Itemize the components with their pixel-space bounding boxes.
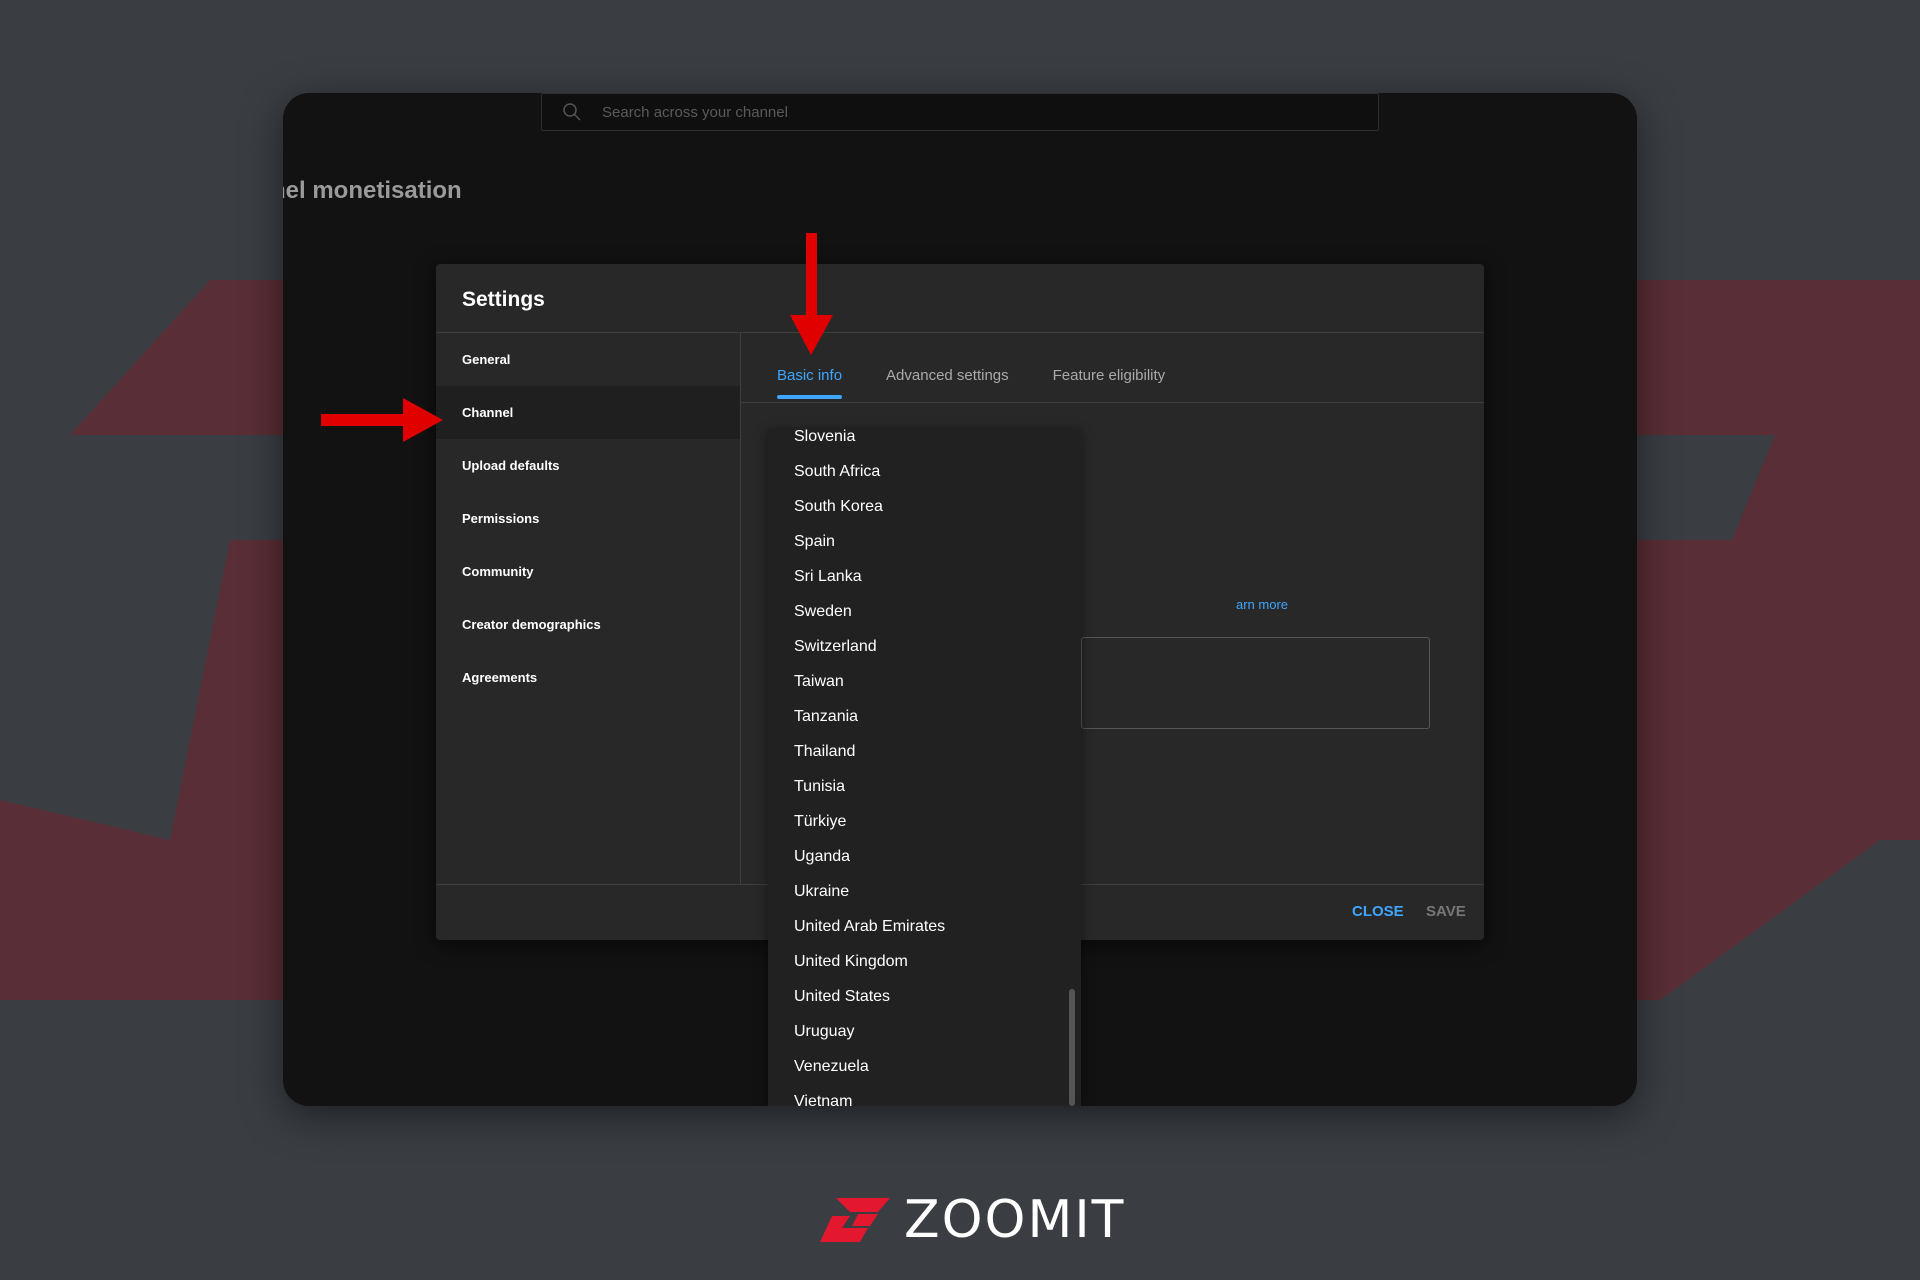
zoomit-logo-icon: [820, 1198, 890, 1242]
zoomit-wordmark: ZOOMIT: [904, 1190, 1126, 1250]
annotation-arrows: [321, 233, 833, 442]
arrow-down-icon: [790, 233, 833, 355]
zoomit-logo: ZOOMIT: [820, 1190, 1125, 1250]
arrow-right-icon: [321, 398, 443, 442]
